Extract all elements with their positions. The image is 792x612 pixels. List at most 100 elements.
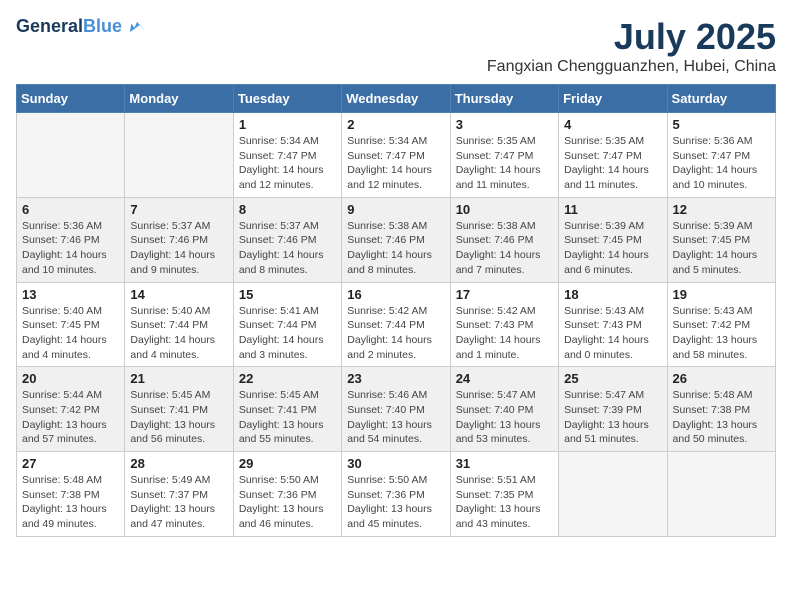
day-number: 8 <box>239 202 336 217</box>
day-number: 26 <box>673 371 770 386</box>
day-info: Sunrise: 5:49 AMSunset: 7:37 PMDaylight:… <box>130 473 227 532</box>
calendar-cell: 2 Sunrise: 5:34 AMSunset: 7:47 PMDaylight… <box>342 113 450 198</box>
calendar: SundayMondayTuesdayWednesdayThursdayFrid… <box>16 84 776 537</box>
calendar-cell: 12 Sunrise: 5:39 AMSunset: 7:45 PMDayligh… <box>667 197 775 282</box>
day-info: Sunrise: 5:42 AMSunset: 7:44 PMDaylight:… <box>347 304 444 363</box>
calendar-cell: 10 Sunrise: 5:38 AMSunset: 7:46 PMDayligh… <box>450 197 558 282</box>
calendar-cell: 29Sunrise: 5:50 AMSunset: 7:36 PMDayligh… <box>233 452 341 537</box>
day-info: Sunrise: 5:38 AMSunset: 7:46 PMDaylight:… <box>347 219 444 278</box>
day-number: 22 <box>239 371 336 386</box>
day-info: Sunrise: 5:51 AMSunset: 7:35 PMDaylight:… <box>456 473 553 532</box>
day-info: Sunrise: 5:46 AMSunset: 7:40 PMDaylight:… <box>347 388 444 447</box>
calendar-week-3: 13 Sunrise: 5:40 AMSunset: 7:45 PMDayligh… <box>17 282 776 367</box>
calendar-cell: 27Sunrise: 5:48 AMSunset: 7:38 PMDayligh… <box>17 452 125 537</box>
day-number: 13 <box>22 287 119 302</box>
calendar-cell: 13 Sunrise: 5:40 AMSunset: 7:45 PMDayligh… <box>17 282 125 367</box>
calendar-week-2: 6 Sunrise: 5:36 AMSunset: 7:46 PMDaylight… <box>17 197 776 282</box>
calendar-cell <box>17 113 125 198</box>
day-number: 11 <box>564 202 661 217</box>
calendar-cell: 20 Sunrise: 5:44 AMSunset: 7:42 PMDayligh… <box>17 367 125 452</box>
day-info: Sunrise: 5:35 AMSunset: 7:47 PMDaylight:… <box>564 134 661 193</box>
page-header: GeneralBlue July 2025 Fangxian Chengguan… <box>16 16 776 76</box>
calendar-cell: 3 Sunrise: 5:35 AMSunset: 7:47 PMDaylight… <box>450 113 558 198</box>
calendar-week-4: 20 Sunrise: 5:44 AMSunset: 7:42 PMDayligh… <box>17 367 776 452</box>
calendar-cell: 21Sunrise: 5:45 AMSunset: 7:41 PMDayligh… <box>125 367 233 452</box>
calendar-cell: 16 Sunrise: 5:42 AMSunset: 7:44 PMDayligh… <box>342 282 450 367</box>
day-info: Sunrise: 5:43 AMSunset: 7:43 PMDaylight:… <box>564 304 661 363</box>
calendar-header-saturday: Saturday <box>667 85 775 113</box>
calendar-header-friday: Friday <box>559 85 667 113</box>
calendar-cell <box>125 113 233 198</box>
day-info: Sunrise: 5:48 AMSunset: 7:38 PMDaylight:… <box>673 388 770 447</box>
calendar-header-row: SundayMondayTuesdayWednesdayThursdayFrid… <box>17 85 776 113</box>
month-title: July 2025 <box>487 16 776 58</box>
day-number: 14 <box>130 287 227 302</box>
day-info: Sunrise: 5:40 AMSunset: 7:45 PMDaylight:… <box>22 304 119 363</box>
day-number: 12 <box>673 202 770 217</box>
day-number: 28 <box>130 456 227 471</box>
calendar-cell: 26 Sunrise: 5:48 AMSunset: 7:38 PMDayligh… <box>667 367 775 452</box>
day-number: 2 <box>347 117 444 132</box>
calendar-cell: 15 Sunrise: 5:41 AMSunset: 7:44 PMDayligh… <box>233 282 341 367</box>
calendar-header-tuesday: Tuesday <box>233 85 341 113</box>
day-number: 23 <box>347 371 444 386</box>
logo: GeneralBlue <box>16 16 146 38</box>
day-number: 5 <box>673 117 770 132</box>
day-number: 19 <box>673 287 770 302</box>
day-info: Sunrise: 5:35 AMSunset: 7:47 PMDaylight:… <box>456 134 553 193</box>
day-info: Sunrise: 5:42 AMSunset: 7:43 PMDaylight:… <box>456 304 553 363</box>
day-number: 15 <box>239 287 336 302</box>
day-info: Sunrise: 5:40 AMSunset: 7:44 PMDaylight:… <box>130 304 227 363</box>
calendar-cell: 28 Sunrise: 5:49 AMSunset: 7:37 PMDayligh… <box>125 452 233 537</box>
day-number: 16 <box>347 287 444 302</box>
calendar-header-thursday: Thursday <box>450 85 558 113</box>
day-number: 27 <box>22 456 119 471</box>
day-info: Sunrise: 5:45 AMSunset: 7:41 PMDaylight:… <box>239 388 336 447</box>
day-info: Sunrise: 5:36 AMSunset: 7:47 PMDaylight:… <box>673 134 770 193</box>
day-number: 20 <box>22 371 119 386</box>
calendar-header-monday: Monday <box>125 85 233 113</box>
day-number: 7 <box>130 202 227 217</box>
calendar-cell <box>559 452 667 537</box>
calendar-cell: 22 Sunrise: 5:45 AMSunset: 7:41 PMDayligh… <box>233 367 341 452</box>
calendar-cell: 17 Sunrise: 5:42 AMSunset: 7:43 PMDayligh… <box>450 282 558 367</box>
calendar-cell: 11 Sunrise: 5:39 AMSunset: 7:45 PMDayligh… <box>559 197 667 282</box>
calendar-cell: 5 Sunrise: 5:36 AMSunset: 7:47 PMDaylight… <box>667 113 775 198</box>
day-info: Sunrise: 5:43 AMSunset: 7:42 PMDaylight:… <box>673 304 770 363</box>
day-number: 18 <box>564 287 661 302</box>
day-info: Sunrise: 5:38 AMSunset: 7:46 PMDaylight:… <box>456 219 553 278</box>
day-info: Sunrise: 5:41 AMSunset: 7:44 PMDaylight:… <box>239 304 336 363</box>
day-info: Sunrise: 5:37 AMSunset: 7:46 PMDaylight:… <box>239 219 336 278</box>
day-number: 9 <box>347 202 444 217</box>
calendar-cell: 31 Sunrise: 5:51 AMSunset: 7:35 PMDayligh… <box>450 452 558 537</box>
calendar-cell: 1 Sunrise: 5:34 AMSunset: 7:47 PMDaylight… <box>233 113 341 198</box>
title-area: July 2025 Fangxian Chengguanzhen, Hubei,… <box>487 16 776 76</box>
day-number: 1 <box>239 117 336 132</box>
day-info: Sunrise: 5:36 AMSunset: 7:46 PMDaylight:… <box>22 219 119 278</box>
day-number: 3 <box>456 117 553 132</box>
day-info: Sunrise: 5:37 AMSunset: 7:46 PMDaylight:… <box>130 219 227 278</box>
day-number: 31 <box>456 456 553 471</box>
calendar-header-sunday: Sunday <box>17 85 125 113</box>
logo-text: GeneralBlue <box>16 17 122 37</box>
calendar-cell: 6 Sunrise: 5:36 AMSunset: 7:46 PMDaylight… <box>17 197 125 282</box>
day-number: 29 <box>239 456 336 471</box>
day-info: Sunrise: 5:45 AMSunset: 7:41 PMDaylight:… <box>130 388 227 447</box>
calendar-cell: 18 Sunrise: 5:43 AMSunset: 7:43 PMDayligh… <box>559 282 667 367</box>
day-number: 24 <box>456 371 553 386</box>
day-number: 17 <box>456 287 553 302</box>
calendar-cell: 4 Sunrise: 5:35 AMSunset: 7:47 PMDaylight… <box>559 113 667 198</box>
day-info: Sunrise: 5:39 AMSunset: 7:45 PMDaylight:… <box>564 219 661 278</box>
day-info: Sunrise: 5:44 AMSunset: 7:42 PMDaylight:… <box>22 388 119 447</box>
day-number: 4 <box>564 117 661 132</box>
calendar-cell: 19 Sunrise: 5:43 AMSunset: 7:42 PMDayligh… <box>667 282 775 367</box>
day-info: Sunrise: 5:34 AMSunset: 7:47 PMDaylight:… <box>347 134 444 193</box>
day-info: Sunrise: 5:34 AMSunset: 7:47 PMDaylight:… <box>239 134 336 193</box>
calendar-cell <box>667 452 775 537</box>
day-info: Sunrise: 5:39 AMSunset: 7:45 PMDaylight:… <box>673 219 770 278</box>
day-number: 10 <box>456 202 553 217</box>
day-number: 6 <box>22 202 119 217</box>
calendar-header-wednesday: Wednesday <box>342 85 450 113</box>
day-info: Sunrise: 5:47 AMSunset: 7:40 PMDaylight:… <box>456 388 553 447</box>
calendar-cell: 14 Sunrise: 5:40 AMSunset: 7:44 PMDayligh… <box>125 282 233 367</box>
